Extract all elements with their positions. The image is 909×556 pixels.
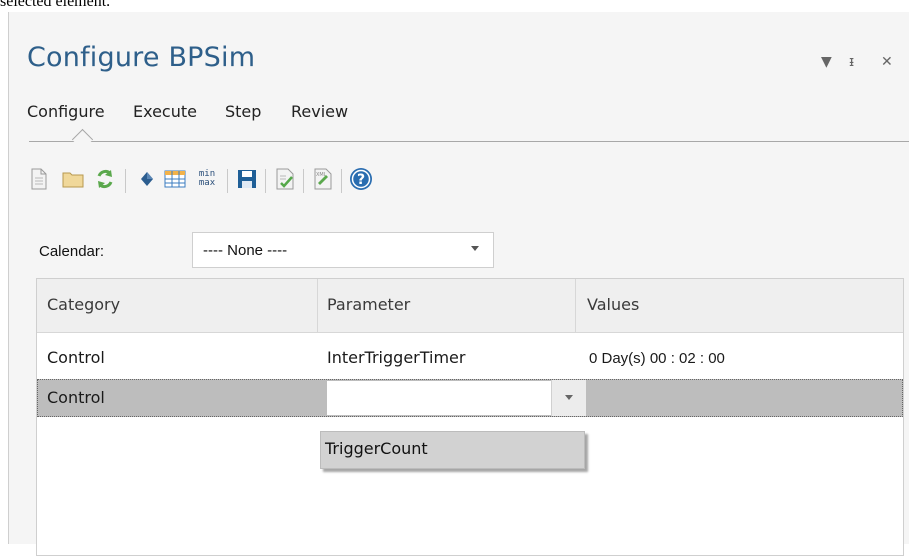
table-row[interactable]: Control InterTriggerTimer 0 Day(s) 00 : …	[37, 332, 903, 378]
toolbar: min max XML ?	[27, 163, 627, 199]
toolbar-separator	[265, 169, 266, 193]
svg-text:?: ?	[357, 172, 365, 188]
chevron-down-icon	[471, 246, 479, 251]
calendar-label: Calendar:	[39, 243, 105, 260]
cell-parameter: InterTriggerTimer	[327, 348, 466, 367]
tab-execute[interactable]: Execute	[133, 102, 197, 121]
tab-underline	[29, 141, 909, 142]
cell-category: Control	[47, 348, 105, 367]
element-diamond-icon[interactable]	[135, 167, 159, 191]
cell-values: 0 Day(s) 00 : 02 : 00	[589, 350, 725, 367]
dropdown-menu-icon[interactable]: ▼	[821, 54, 832, 70]
parameters-grid: Category Parameter Values Control InterT…	[36, 278, 904, 556]
column-divider	[317, 279, 318, 332]
min-max-icon[interactable]: min max	[195, 167, 219, 191]
chevron-down-icon	[565, 395, 573, 400]
column-header-values[interactable]: Values	[587, 295, 639, 314]
pin-icon[interactable]: ᵻ	[849, 54, 854, 70]
validate-icon[interactable]	[273, 167, 297, 191]
top-caption: selected element.	[0, 0, 111, 10]
tab-configure[interactable]: Configure	[27, 102, 105, 121]
table-grid-icon[interactable]	[163, 167, 187, 191]
calendar-value: ---- None ----	[203, 242, 288, 259]
xml-export-icon[interactable]: XML	[311, 167, 335, 191]
calendar-select[interactable]: ---- None ----	[192, 232, 494, 268]
title-bar: Configure BPSim ▼ ᵻ ✕	[9, 12, 909, 92]
column-header-category[interactable]: Category	[47, 295, 120, 314]
refresh-icon[interactable]	[93, 167, 117, 191]
toolbar-separator	[303, 169, 304, 193]
toolbar-separator	[227, 169, 228, 193]
help-icon[interactable]: ?	[349, 167, 373, 191]
toolbar-separator	[341, 169, 342, 193]
column-divider	[575, 279, 576, 332]
parameter-input[interactable]	[326, 380, 584, 416]
close-icon[interactable]: ✕	[881, 54, 893, 70]
grid-header: Category Parameter Values	[37, 279, 903, 333]
new-document-icon[interactable]	[27, 167, 51, 191]
window-title: Configure BPSim	[27, 42, 256, 73]
open-folder-icon[interactable]	[61, 167, 85, 191]
column-header-parameter[interactable]: Parameter	[327, 295, 410, 314]
dropdown-option-triggercount[interactable]: TriggerCount	[325, 439, 428, 458]
configure-bpsim-window: Configure BPSim ▼ ᵻ ✕ Configure Execute …	[8, 12, 909, 556]
parameter-dropdown-button[interactable]	[551, 380, 586, 416]
max-label: max	[198, 178, 216, 188]
tab-bar: Configure Execute Step Review	[9, 98, 909, 140]
parameter-dropdown-list: TriggerCount	[320, 431, 585, 469]
tab-step[interactable]: Step	[225, 102, 261, 121]
toolbar-separator	[125, 169, 126, 193]
save-icon[interactable]	[235, 167, 259, 191]
cell-category: Control	[47, 388, 105, 407]
tab-review[interactable]: Review	[291, 102, 348, 121]
